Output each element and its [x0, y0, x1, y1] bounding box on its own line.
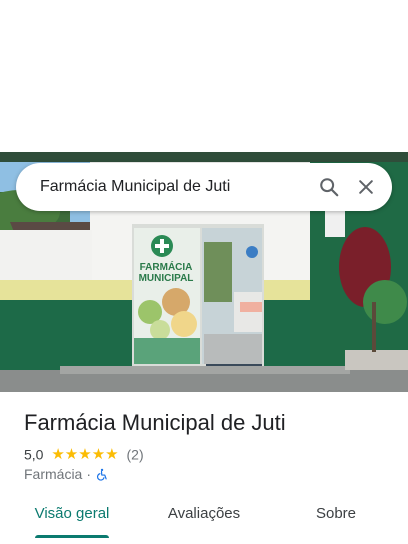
- separator-dot: ·: [86, 466, 92, 482]
- rating-value: 5,0: [24, 446, 44, 463]
- tab-overview[interactable]: Visão geral: [28, 496, 116, 540]
- rating-row[interactable]: 5,0 ★★★★★ (2): [24, 445, 144, 463]
- place-info-panel: Farmácia Municipal de Juti 5,0 ★★★★★ (2)…: [0, 392, 408, 544]
- sign-line-2: MUNICIPAL: [139, 273, 194, 284]
- search-bar[interactable]: Farmácia Municipal de Juti: [16, 163, 392, 211]
- wheelchair-icon: [97, 468, 107, 481]
- review-count[interactable]: (2): [127, 446, 144, 462]
- search-icon[interactable]: [318, 176, 340, 198]
- place-category: Farmácia: [24, 466, 83, 482]
- sign-line-1: FARMÁCIA: [140, 260, 193, 273]
- place-title: Farmácia Municipal de Juti: [24, 410, 286, 435]
- map-blank-area: [0, 0, 408, 152]
- tab-reviews[interactable]: Avaliações: [160, 496, 248, 540]
- tab-about[interactable]: Sobre: [300, 496, 372, 540]
- place-tabs: Visão geral Avaliações Sobre: [0, 496, 408, 544]
- search-query-text[interactable]: Farmácia Municipal de Juti: [40, 163, 230, 211]
- close-icon[interactable]: [356, 177, 376, 197]
- active-tab-indicator: [35, 535, 109, 538]
- star-rating-icon: ★★★★★: [51, 446, 119, 464]
- category-row: Farmácia ·: [24, 466, 108, 482]
